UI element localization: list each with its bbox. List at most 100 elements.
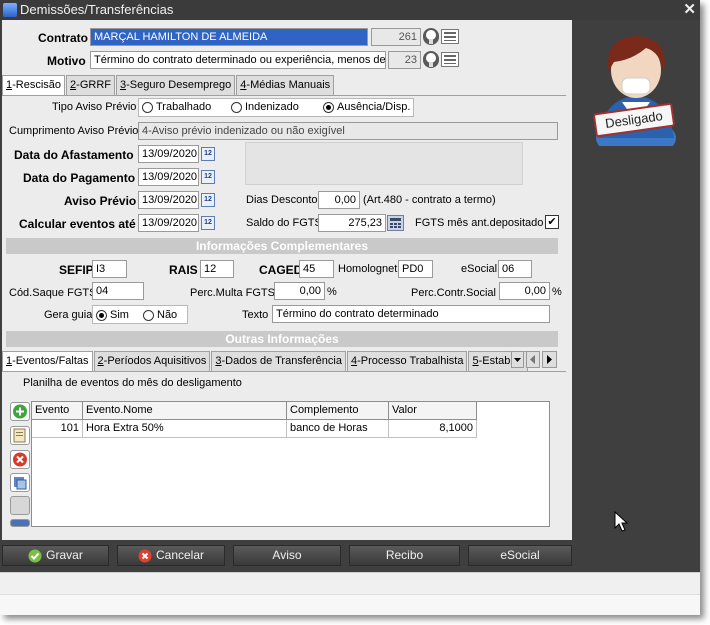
perc-contr-field[interactable]: 0,00 (499, 282, 550, 300)
calendar-icon[interactable]: 12 (201, 193, 215, 207)
search-contrato-icon[interactable] (423, 28, 439, 45)
aviso-previo-field[interactable]: 13/09/2020 (138, 191, 199, 209)
gravar-button[interactable]: Gravar (2, 545, 109, 566)
app-icon (3, 3, 17, 17)
list-contrato-icon[interactable] (441, 29, 459, 44)
motivo-code-field[interactable]: 23 (388, 51, 421, 69)
tab-scroll-right-icon[interactable] (542, 351, 557, 368)
sub-tabs: 1-Eventos/Faltas 2-Períodos Aquisitivos … (2, 351, 529, 372)
texto-field[interactable]: Término do contrato determinado (272, 305, 550, 323)
percent-sign: % (552, 286, 562, 298)
delete-event-button[interactable] (10, 450, 30, 469)
esocial-label: eSocial (461, 263, 498, 275)
contrato-code-field[interactable]: 261 (371, 28, 421, 46)
cell-complemento[interactable]: banco de Horas (287, 420, 389, 438)
saldo-fgts-label: Saldo do FGTS (246, 217, 322, 229)
perc-multa-field[interactable]: 0,00 (274, 282, 325, 300)
dias-desconto-field[interactable]: 0,00 (318, 191, 360, 209)
col-complemento[interactable]: Complemento (287, 402, 389, 420)
cell-evento-nome[interactable]: Hora Extra 50% (83, 420, 287, 438)
window-title: Demissões/Transferências (20, 2, 174, 17)
edit-event-button[interactable] (10, 426, 30, 445)
rais-field[interactable]: 12 (200, 260, 234, 278)
recibo-button[interactable]: Recibo (349, 545, 460, 566)
calendar-icon[interactable]: 12 (201, 170, 215, 184)
texto-label: Texto (242, 309, 269, 321)
perc-contr-label: Perc.Contr.Social (411, 287, 496, 299)
caged-field[interactable]: 45 (299, 260, 334, 278)
main-form: Contrato MARÇAL HAMILTON DE ALMEIDA 261 … (2, 20, 572, 540)
perc-multa-label: Perc.Multa FGTS (190, 287, 275, 299)
contrato-name-field[interactable]: MARÇAL HAMILTON DE ALMEIDA (90, 28, 368, 46)
main-tabs: 1-Rescisão 2-GRRF 3-Seguro Desemprego 4-… (2, 75, 335, 96)
calculator-icon[interactable] (387, 215, 404, 231)
calendar-icon[interactable]: 12 (201, 216, 215, 230)
fgts-mes-checkbox[interactable]: ✔ (545, 215, 559, 229)
homolognet-field[interactable]: PD0 (398, 260, 433, 278)
homolognet-label: Homolognet (338, 263, 398, 275)
data-afastamento-label: Data do Afastamento (14, 148, 134, 162)
dismissal-window: Demissões/Transferências ✕ Contrato MARÇ… (0, 0, 700, 615)
title-bar: Demissões/Transferências ✕ (0, 0, 700, 20)
status-bar (0, 572, 700, 594)
tab-seguro-desemprego[interactable]: 3-Seguro Desemprego (115, 75, 236, 95)
col-evento[interactable]: Evento (32, 402, 83, 420)
tab-medias-manuais[interactable]: 4-Médias Manuais (236, 75, 335, 95)
subtab-divider (2, 371, 566, 372)
copy-event-button[interactable] (10, 473, 30, 492)
cell-evento[interactable]: 101 (32, 420, 83, 438)
status-bar-secondary (0, 594, 700, 615)
tipo-aviso-label: Tipo Aviso Prévio (52, 101, 137, 113)
add-event-button[interactable] (10, 402, 30, 421)
status-panel: Desligado (572, 20, 700, 570)
contrato-label: Contrato (38, 31, 88, 45)
radio-trabalhado[interactable]: Trabalhado (142, 101, 211, 113)
radio-gera-guia-nao[interactable]: Não (143, 309, 177, 321)
calendar-icon[interactable]: 12 (201, 147, 215, 161)
esocial-button[interactable]: eSocial (468, 545, 572, 566)
tab-dados-transferencia[interactable]: 3-Dados de Transferência (211, 351, 346, 371)
cumprimento-select[interactable]: 4-Aviso prévio indenizado ou não exigíve… (138, 122, 558, 140)
tab-rescisao[interactable]: 1-Rescisão (2, 75, 66, 96)
tab-divider (2, 95, 566, 96)
outras-informacoes-header: Outras Informações (6, 331, 558, 347)
planilha-label: Planilha de eventos do mês do desligamen… (23, 377, 242, 389)
percent-sign: % (327, 286, 337, 298)
events-grid: Evento Evento.Nome Complemento Valor 101… (31, 401, 550, 527)
tab-scroll-left-icon[interactable] (526, 351, 540, 368)
motivo-label: Motivo (47, 54, 86, 68)
rais-label: RAIS (169, 263, 198, 277)
aviso-button[interactable]: Aviso (233, 545, 341, 566)
cod-saque-field[interactable]: 04 (92, 282, 144, 300)
cod-saque-label: Cód.Saque FGTS (9, 287, 97, 299)
dias-desconto-label: Dias Desconto (246, 194, 318, 206)
cancelar-button[interactable]: Cancelar (117, 545, 225, 566)
col-valor[interactable]: Valor (389, 402, 477, 420)
calcular-eventos-label: Calcular eventos até (19, 217, 136, 231)
extra-tool-button[interactable] (10, 496, 30, 515)
saldo-fgts-field[interactable]: 275,23 (318, 214, 386, 232)
radio-ausencia[interactable]: Ausência/Disp. (323, 101, 410, 113)
radio-indenizado[interactable]: Indenizado (231, 101, 299, 113)
tab-periodos-aquisitivos[interactable]: 2-Períodos Aquisitivos (93, 351, 211, 371)
cell-valor[interactable]: 8,1000 (389, 420, 477, 438)
col-evento-nome[interactable]: Evento.Nome (83, 402, 287, 420)
data-pagamento-field[interactable]: 13/09/2020 (138, 168, 199, 186)
calcular-eventos-field[interactable]: 13/09/2020 (138, 214, 199, 232)
cancel-icon (138, 549, 152, 562)
motivo-field[interactable]: Término do contrato determinado ou exper… (90, 51, 386, 69)
tab-grrf[interactable]: 2-GRRF (66, 75, 115, 95)
gera-guia-label: Gera guia (44, 309, 93, 321)
data-afastamento-field[interactable]: 13/09/2020 (138, 145, 199, 163)
search-motivo-icon[interactable] (423, 51, 439, 68)
close-icon[interactable]: ✕ (683, 0, 696, 18)
sefip-field[interactable]: I3 (92, 260, 127, 278)
esocial-field[interactable]: 06 (498, 260, 532, 278)
info-box (245, 142, 523, 185)
radio-gera-guia-sim[interactable]: Sim (96, 309, 129, 321)
more-tools-button[interactable] (10, 519, 30, 527)
tab-dropdown-icon[interactable] (511, 351, 524, 368)
tab-processo-trabalhista[interactable]: 4-Processo Trabalhista (346, 351, 468, 371)
list-motivo-icon[interactable] (441, 52, 459, 67)
tab-eventos-faltas[interactable]: 1-Eventos/Faltas (2, 351, 93, 372)
